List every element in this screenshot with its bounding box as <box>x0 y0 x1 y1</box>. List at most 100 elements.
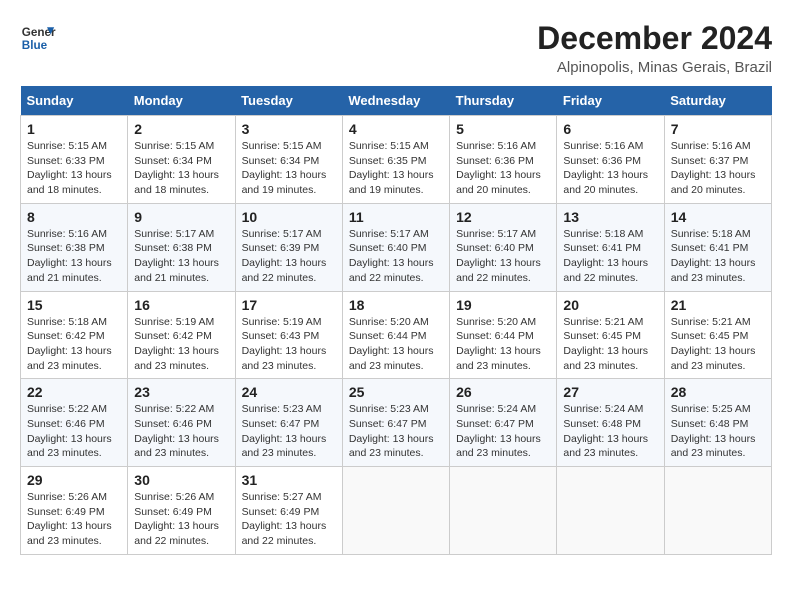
day-detail: Sunrise: 5:25 AMSunset: 6:48 PMDaylight:… <box>671 402 765 461</box>
day-number: 18 <box>349 297 443 313</box>
day-detail: Sunrise: 5:26 AMSunset: 6:49 PMDaylight:… <box>134 490 228 549</box>
day-number: 24 <box>242 384 336 400</box>
col-wednesday: Wednesday <box>342 86 449 116</box>
col-thursday: Thursday <box>450 86 557 116</box>
table-row: 21 Sunrise: 5:21 AMSunset: 6:45 PMDayligh… <box>664 291 771 379</box>
day-number: 9 <box>134 209 228 225</box>
day-detail: Sunrise: 5:16 AMSunset: 6:36 PMDaylight:… <box>456 139 550 198</box>
table-row: 15Sunrise: 5:18 AMSunset: 6:42 PMDayligh… <box>21 291 128 379</box>
table-row: 1 Sunrise: 5:15 AMSunset: 6:33 PMDaylight… <box>21 116 128 204</box>
day-detail: Sunrise: 5:15 AMSunset: 6:34 PMDaylight:… <box>242 139 336 198</box>
day-number: 19 <box>456 297 550 313</box>
table-row: 5 Sunrise: 5:16 AMSunset: 6:36 PMDaylight… <box>450 116 557 204</box>
table-row: 12 Sunrise: 5:17 AMSunset: 6:40 PMDayligh… <box>450 203 557 291</box>
day-number: 1 <box>27 121 121 137</box>
day-detail: Sunrise: 5:19 AMSunset: 6:43 PMDaylight:… <box>242 315 336 374</box>
logo-icon: General Blue <box>20 20 56 56</box>
table-row: 26Sunrise: 5:24 AMSunset: 6:47 PMDayligh… <box>450 379 557 467</box>
day-detail: Sunrise: 5:17 AMSunset: 6:39 PMDaylight:… <box>242 227 336 286</box>
table-row: 17 Sunrise: 5:19 AMSunset: 6:43 PMDayligh… <box>235 291 342 379</box>
day-detail: Sunrise: 5:18 AMSunset: 6:41 PMDaylight:… <box>563 227 657 286</box>
calendar-week-row: 1 Sunrise: 5:15 AMSunset: 6:33 PMDaylight… <box>21 116 772 204</box>
day-number: 2 <box>134 121 228 137</box>
day-number: 4 <box>349 121 443 137</box>
day-number: 28 <box>671 384 765 400</box>
day-detail: Sunrise: 5:21 AMSunset: 6:45 PMDaylight:… <box>563 315 657 374</box>
day-detail: Sunrise: 5:20 AMSunset: 6:44 PMDaylight:… <box>349 315 443 374</box>
day-number: 31 <box>242 472 336 488</box>
day-detail: Sunrise: 5:22 AMSunset: 6:46 PMDaylight:… <box>27 402 121 461</box>
day-number: 27 <box>563 384 657 400</box>
day-detail: Sunrise: 5:19 AMSunset: 6:42 PMDaylight:… <box>134 315 228 374</box>
calendar-week-row: 29Sunrise: 5:26 AMSunset: 6:49 PMDayligh… <box>21 467 772 555</box>
table-row: 2 Sunrise: 5:15 AMSunset: 6:34 PMDaylight… <box>128 116 235 204</box>
day-number: 16 <box>134 297 228 313</box>
day-number: 30 <box>134 472 228 488</box>
day-number: 13 <box>563 209 657 225</box>
calendar-week-row: 8Sunrise: 5:16 AMSunset: 6:38 PMDaylight… <box>21 203 772 291</box>
day-detail: Sunrise: 5:15 AMSunset: 6:35 PMDaylight:… <box>349 139 443 198</box>
col-monday: Monday <box>128 86 235 116</box>
day-detail: Sunrise: 5:27 AMSunset: 6:49 PMDaylight:… <box>242 490 336 549</box>
col-sunday: Sunday <box>21 86 128 116</box>
table-row: 4 Sunrise: 5:15 AMSunset: 6:35 PMDaylight… <box>342 116 449 204</box>
day-detail: Sunrise: 5:24 AMSunset: 6:48 PMDaylight:… <box>563 402 657 461</box>
day-detail: Sunrise: 5:22 AMSunset: 6:46 PMDaylight:… <box>134 402 228 461</box>
table-row: 30 Sunrise: 5:26 AMSunset: 6:49 PMDayligh… <box>128 467 235 555</box>
day-detail: Sunrise: 5:16 AMSunset: 6:38 PMDaylight:… <box>27 227 121 286</box>
calendar-header-row: Sunday Monday Tuesday Wednesday Thursday… <box>21 86 772 116</box>
day-number: 5 <box>456 121 550 137</box>
table-row: 20 Sunrise: 5:21 AMSunset: 6:45 PMDayligh… <box>557 291 664 379</box>
table-row: 27 Sunrise: 5:24 AMSunset: 6:48 PMDayligh… <box>557 379 664 467</box>
table-row: 22 Sunrise: 5:22 AMSunset: 6:46 PMDayligh… <box>21 379 128 467</box>
day-detail: Sunrise: 5:16 AMSunset: 6:36 PMDaylight:… <box>563 139 657 198</box>
table-row <box>557 467 664 555</box>
calendar-week-row: 22 Sunrise: 5:22 AMSunset: 6:46 PMDayligh… <box>21 379 772 467</box>
day-detail: Sunrise: 5:20 AMSunset: 6:44 PMDaylight:… <box>456 315 550 374</box>
table-row: 7 Sunrise: 5:16 AMSunset: 6:37 PMDaylight… <box>664 116 771 204</box>
day-number: 11 <box>349 209 443 225</box>
logo: General Blue <box>20 20 56 56</box>
table-row: 14Sunrise: 5:18 AMSunset: 6:41 PMDayligh… <box>664 203 771 291</box>
table-row: 19 Sunrise: 5:20 AMSunset: 6:44 PMDayligh… <box>450 291 557 379</box>
day-number: 17 <box>242 297 336 313</box>
day-detail: Sunrise: 5:16 AMSunset: 6:37 PMDaylight:… <box>671 139 765 198</box>
table-row: 11 Sunrise: 5:17 AMSunset: 6:40 PMDayligh… <box>342 203 449 291</box>
page-header: General Blue December 2024 Alpinopolis, … <box>20 20 772 76</box>
table-row: 24 Sunrise: 5:23 AMSunset: 6:47 PMDayligh… <box>235 379 342 467</box>
day-detail: Sunrise: 5:26 AMSunset: 6:49 PMDaylight:… <box>27 490 121 549</box>
day-detail: Sunrise: 5:15 AMSunset: 6:34 PMDaylight:… <box>134 139 228 198</box>
day-number: 6 <box>563 121 657 137</box>
day-detail: Sunrise: 5:24 AMSunset: 6:47 PMDaylight:… <box>456 402 550 461</box>
day-number: 20 <box>563 297 657 313</box>
day-detail: Sunrise: 5:15 AMSunset: 6:33 PMDaylight:… <box>27 139 121 198</box>
table-row: 9Sunrise: 5:17 AMSunset: 6:38 PMDaylight… <box>128 203 235 291</box>
day-number: 12 <box>456 209 550 225</box>
page-title: December 2024 <box>537 20 772 57</box>
day-detail: Sunrise: 5:23 AMSunset: 6:47 PMDaylight:… <box>349 402 443 461</box>
day-number: 21 <box>671 297 765 313</box>
svg-text:Blue: Blue <box>22 39 48 52</box>
table-row <box>664 467 771 555</box>
page-subtitle: Alpinopolis, Minas Gerais, Brazil <box>537 59 772 76</box>
calendar-table: Sunday Monday Tuesday Wednesday Thursday… <box>20 86 772 555</box>
day-number: 7 <box>671 121 765 137</box>
day-detail: Sunrise: 5:17 AMSunset: 6:40 PMDaylight:… <box>349 227 443 286</box>
day-number: 14 <box>671 209 765 225</box>
table-row: 8Sunrise: 5:16 AMSunset: 6:38 PMDaylight… <box>21 203 128 291</box>
table-row: 25Sunrise: 5:23 AMSunset: 6:47 PMDayligh… <box>342 379 449 467</box>
table-row: 31 Sunrise: 5:27 AMSunset: 6:49 PMDayligh… <box>235 467 342 555</box>
table-row: 3 Sunrise: 5:15 AMSunset: 6:34 PMDaylight… <box>235 116 342 204</box>
table-row <box>342 467 449 555</box>
day-number: 15 <box>27 297 121 313</box>
table-row: 13 Sunrise: 5:18 AMSunset: 6:41 PMDayligh… <box>557 203 664 291</box>
day-detail: Sunrise: 5:17 AMSunset: 6:40 PMDaylight:… <box>456 227 550 286</box>
day-number: 22 <box>27 384 121 400</box>
day-detail: Sunrise: 5:21 AMSunset: 6:45 PMDaylight:… <box>671 315 765 374</box>
day-number: 23 <box>134 384 228 400</box>
day-number: 3 <box>242 121 336 137</box>
table-row: 16 Sunrise: 5:19 AMSunset: 6:42 PMDayligh… <box>128 291 235 379</box>
day-detail: Sunrise: 5:23 AMSunset: 6:47 PMDaylight:… <box>242 402 336 461</box>
col-saturday: Saturday <box>664 86 771 116</box>
table-row: 23 Sunrise: 5:22 AMSunset: 6:46 PMDayligh… <box>128 379 235 467</box>
